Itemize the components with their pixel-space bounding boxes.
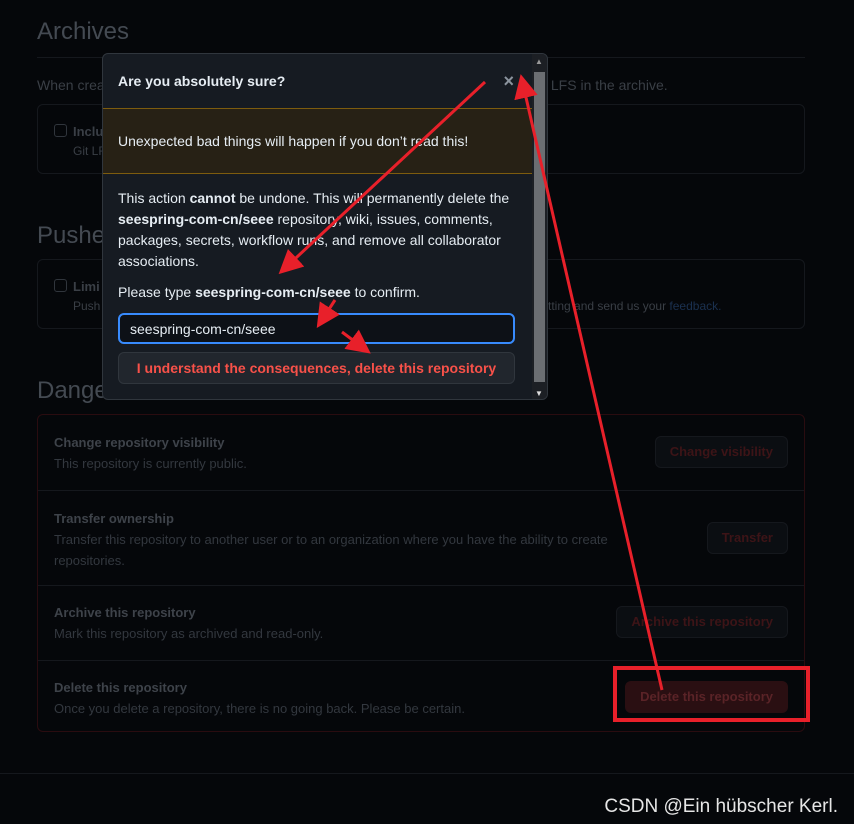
- annotation-arrow: [514, 74, 664, 691]
- annotation-arrow: [316, 299, 340, 329]
- watermark: CSDN @Ein hübscher Kerl.: [604, 796, 838, 817]
- annotation-highlight-box: [613, 666, 810, 722]
- annotation-arrow: [278, 80, 487, 275]
- annotation-arrow: [341, 329, 371, 354]
- annotation-overlay: [278, 74, 810, 722]
